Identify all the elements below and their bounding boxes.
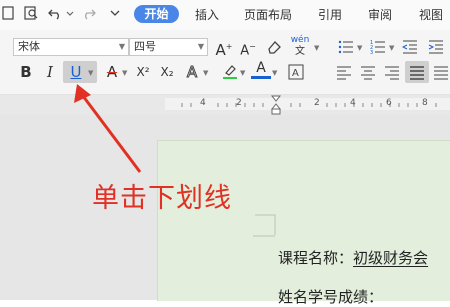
ruler-ticks xyxy=(181,95,437,115)
distributed-align-icon[interactable] xyxy=(431,62,450,82)
tab-view[interactable]: 视图 xyxy=(419,7,443,23)
document-page[interactable] xyxy=(157,140,450,301)
numbered-list-icon[interactable]: 123 xyxy=(368,37,388,57)
align-center-icon[interactable] xyxy=(358,62,378,82)
chevron-down-icon[interactable]: ▼ xyxy=(122,69,127,77)
ruler-number: 2 xyxy=(236,98,242,108)
font-color-button[interactable]: A xyxy=(251,61,271,79)
chevron-down-icon: ▼ xyxy=(118,42,125,51)
increase-font-size-icon[interactable]: A+ xyxy=(214,37,234,59)
annotation-text: 单击下划线 xyxy=(92,183,232,214)
redo-icon[interactable] xyxy=(82,6,96,20)
course-name-line[interactable]: 课程名称：初级财务会 xyxy=(278,248,428,268)
text-effect-button[interactable]: A xyxy=(182,62,202,82)
align-left-icon[interactable] xyxy=(334,62,354,82)
justify-icon[interactable] xyxy=(407,62,427,82)
more-icon[interactable] xyxy=(108,6,122,20)
bullet-list-icon[interactable] xyxy=(336,37,356,57)
undo-icon[interactable] xyxy=(48,6,62,20)
highlight-icon[interactable] xyxy=(220,61,240,81)
clear-format-icon[interactable] xyxy=(264,37,284,57)
char-border-icon[interactable]: A xyxy=(286,62,306,82)
print-preview-icon[interactable] xyxy=(24,6,38,20)
ruler-number: 4 xyxy=(200,98,206,108)
tab-review[interactable]: 审阅 xyxy=(368,7,392,23)
file-icon[interactable] xyxy=(1,6,15,20)
underline-button[interactable]: U xyxy=(66,62,86,82)
course-name-value: 初级财务会 xyxy=(353,249,429,267)
tab-references[interactable]: 引用 xyxy=(318,7,342,23)
student-info-line[interactable]: 姓名学号成绩： xyxy=(278,287,383,307)
ruler-number: 6 xyxy=(386,98,392,108)
subscript-button[interactable]: X₂ xyxy=(157,62,177,82)
chevron-down-icon[interactable]: ▼ xyxy=(88,69,93,77)
pinyin-guide-icon[interactable]: wén 文 xyxy=(290,35,310,57)
font-family-select[interactable]: 宋体 ▼ xyxy=(13,38,129,56)
increase-indent-icon[interactable] xyxy=(426,37,446,57)
strikethrough-button[interactable]: A xyxy=(102,62,122,82)
bold-button[interactable]: B xyxy=(16,62,36,82)
tab-insert[interactable]: 插入 xyxy=(195,7,219,23)
chevron-down-icon[interactable]: ▼ xyxy=(389,44,394,52)
chevron-down-icon[interactable]: ▼ xyxy=(272,69,277,77)
chevron-down-icon[interactable]: ▼ xyxy=(240,69,245,77)
ruler-number: 4 xyxy=(350,98,356,108)
decrease-font-size-icon[interactable]: A− xyxy=(238,37,258,58)
chevron-down-icon[interactable]: ▼ xyxy=(357,44,362,52)
ruler-number: 8 xyxy=(422,98,428,108)
svg-text:A: A xyxy=(292,68,299,79)
svg-text:3: 3 xyxy=(370,50,373,55)
course-name-label: 课程名称： xyxy=(278,249,354,267)
italic-button[interactable]: I xyxy=(40,62,60,82)
ruler-number: 2 xyxy=(314,98,320,108)
superscript-button[interactable]: X² xyxy=(133,62,153,82)
font-family-value: 宋体 xyxy=(18,40,40,53)
chevron-down-icon: ▼ xyxy=(197,42,204,51)
menubar: 开始 插入 页面布局 引用 审阅 视图 xyxy=(0,0,450,30)
chevron-down-icon[interactable]: ▼ xyxy=(203,69,208,77)
align-right-icon[interactable] xyxy=(382,62,402,82)
font-size-value: 四号 xyxy=(134,40,156,53)
decrease-indent-icon[interactable] xyxy=(400,37,420,57)
chevron-down-icon[interactable]: ▼ xyxy=(314,44,319,52)
horizontal-ruler: 4 2 2 4 6 8 xyxy=(0,95,450,115)
tab-page-layout[interactable]: 页面布局 xyxy=(244,7,292,23)
tab-start[interactable]: 开始 xyxy=(134,5,179,23)
font-size-select[interactable]: 四号 ▼ xyxy=(129,38,208,56)
undo-dropdown-icon[interactable] xyxy=(66,6,74,20)
